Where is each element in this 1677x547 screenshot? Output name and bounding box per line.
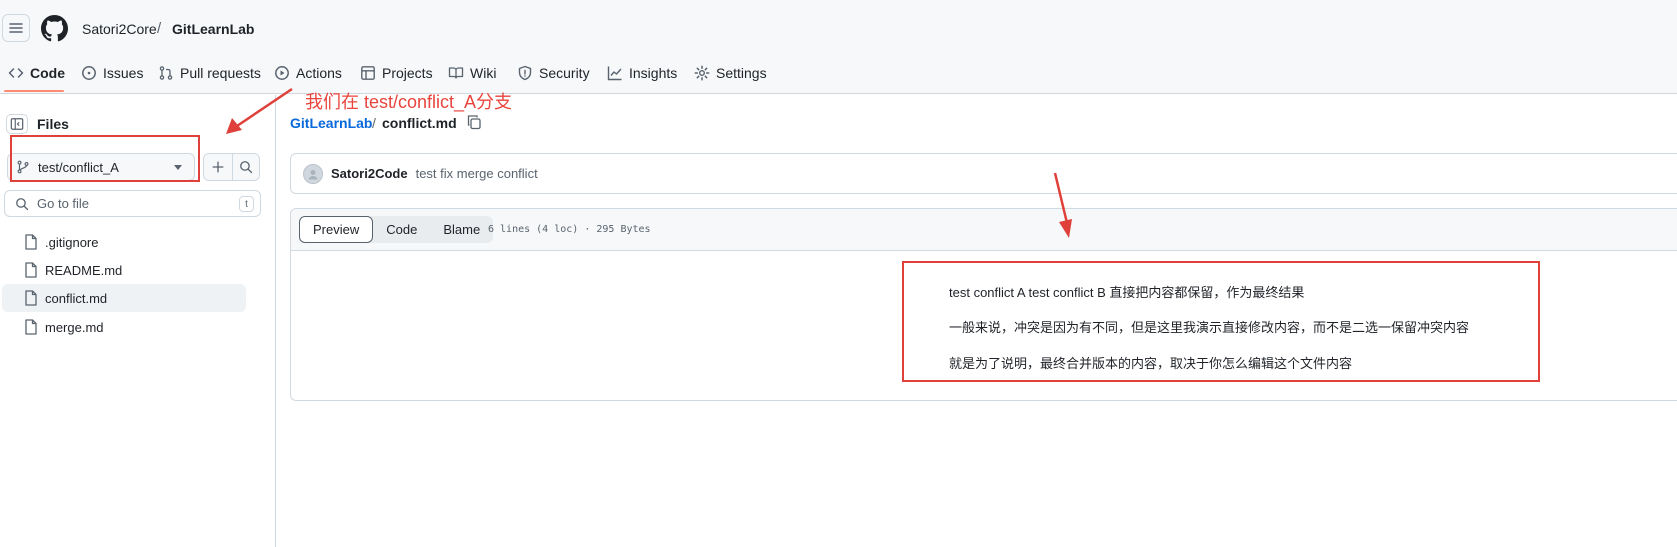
annotation-box-content xyxy=(902,261,1540,382)
shield-icon xyxy=(518,65,532,81)
breadcrumb-owner[interactable]: Satori2Core xyxy=(82,21,157,37)
menu-button[interactable] xyxy=(2,14,30,42)
file-tree-item[interactable]: .gitignore xyxy=(2,228,246,256)
file-name: .gitignore xyxy=(45,234,99,250)
preview-tab[interactable]: Preview xyxy=(299,216,374,243)
view-mode-segmented-control: Preview Code Blame xyxy=(299,216,494,243)
file-tree-item-active[interactable]: conflict.md xyxy=(2,284,246,312)
file-tree-item[interactable]: README.md xyxy=(2,256,246,284)
hamburger-icon xyxy=(9,23,23,33)
search-icon xyxy=(16,197,29,210)
avatar-icon xyxy=(308,169,318,179)
file-meta: 6 lines (4 loc) · 295 Bytes xyxy=(488,224,651,235)
sidebar-collapse-button[interactable] xyxy=(6,114,28,134)
plus-icon xyxy=(212,161,224,173)
code-icon xyxy=(8,68,24,78)
file-path-repo-link[interactable]: GitLearnLab xyxy=(290,115,372,131)
file-name: README.md xyxy=(45,262,123,278)
commit-message[interactable]: test fix merge conflict xyxy=(416,166,538,181)
file-icon xyxy=(25,319,37,335)
tab-label: Code xyxy=(30,65,65,81)
file-path-separator: / xyxy=(372,115,376,131)
breadcrumb-separator: / xyxy=(157,20,162,37)
issue-opened-icon xyxy=(82,66,96,80)
tab-settings[interactable]: Settings xyxy=(694,64,767,82)
github-logo-icon[interactable] xyxy=(41,15,68,42)
annotation-text: 我们在 test/conflict_A分支 xyxy=(305,92,513,112)
search-icon xyxy=(240,161,253,174)
file-name: conflict.md xyxy=(45,290,108,306)
commit-author[interactable]: Satori2Code xyxy=(331,166,408,181)
graph-icon xyxy=(607,66,622,81)
book-icon xyxy=(448,67,464,79)
file-toolbar: Preview Code Blame 6 lines (4 loc) · 295… xyxy=(291,209,1677,251)
file-icon xyxy=(25,262,37,278)
tab-security[interactable]: Security xyxy=(517,64,590,82)
tab-pull-requests[interactable]: Pull requests xyxy=(158,64,261,82)
blame-tab[interactable]: Blame xyxy=(430,216,493,243)
git-pull-request-icon xyxy=(159,66,173,80)
go-to-file-input[interactable] xyxy=(37,196,227,211)
copy-icon xyxy=(467,115,481,130)
breadcrumb-repo[interactable]: GitLearnLab xyxy=(172,21,254,37)
file-tree-item[interactable]: merge.md xyxy=(2,313,246,341)
gear-icon xyxy=(694,65,710,81)
keyboard-shortcut-hint: t xyxy=(239,196,254,212)
tab-actions[interactable]: Actions xyxy=(274,64,342,82)
tab-wiki[interactable]: Wiki xyxy=(448,64,496,82)
tab-label: Settings xyxy=(716,65,767,81)
file-icon xyxy=(25,234,37,250)
tab-label: Security xyxy=(539,65,590,81)
sidebar-collapse-icon xyxy=(10,118,24,130)
sidebar-divider xyxy=(275,95,276,547)
file-path-name: conflict.md xyxy=(382,115,457,131)
code-view-tab[interactable]: Code xyxy=(373,216,430,243)
tab-label: Wiki xyxy=(470,65,497,81)
file-icon xyxy=(25,290,37,306)
tab-issues[interactable]: Issues xyxy=(81,64,143,82)
copy-path-button[interactable] xyxy=(466,114,482,130)
search-files-button[interactable] xyxy=(232,153,260,181)
tab-label: Insights xyxy=(629,65,678,81)
annotation-box-branch xyxy=(10,135,200,182)
latest-commit-bar: Satori2Code test fix merge conflict xyxy=(290,153,1677,194)
play-icon xyxy=(275,66,289,80)
avatar[interactable] xyxy=(303,163,323,184)
tab-insights[interactable]: Insights xyxy=(607,64,677,82)
file-name: merge.md xyxy=(45,319,104,335)
table-icon xyxy=(361,66,375,80)
repo-header: Satori2Core / GitLearnLab Code Issues Pu… xyxy=(0,0,1677,94)
tab-label: Pull requests xyxy=(180,65,261,81)
annotation-arrow-icon xyxy=(226,87,293,134)
tab-projects[interactable]: Projects xyxy=(360,64,433,82)
go-to-file-field[interactable]: t xyxy=(4,190,261,217)
annotation-arrow-icon xyxy=(1053,172,1072,238)
active-tab-indicator xyxy=(4,90,64,92)
tab-code[interactable]: Code xyxy=(8,64,65,82)
tab-label: Actions xyxy=(296,65,342,81)
add-file-button[interactable] xyxy=(203,153,233,181)
tab-label: Projects xyxy=(382,65,433,81)
files-title: Files xyxy=(37,116,69,132)
tab-label: Issues xyxy=(103,65,144,81)
